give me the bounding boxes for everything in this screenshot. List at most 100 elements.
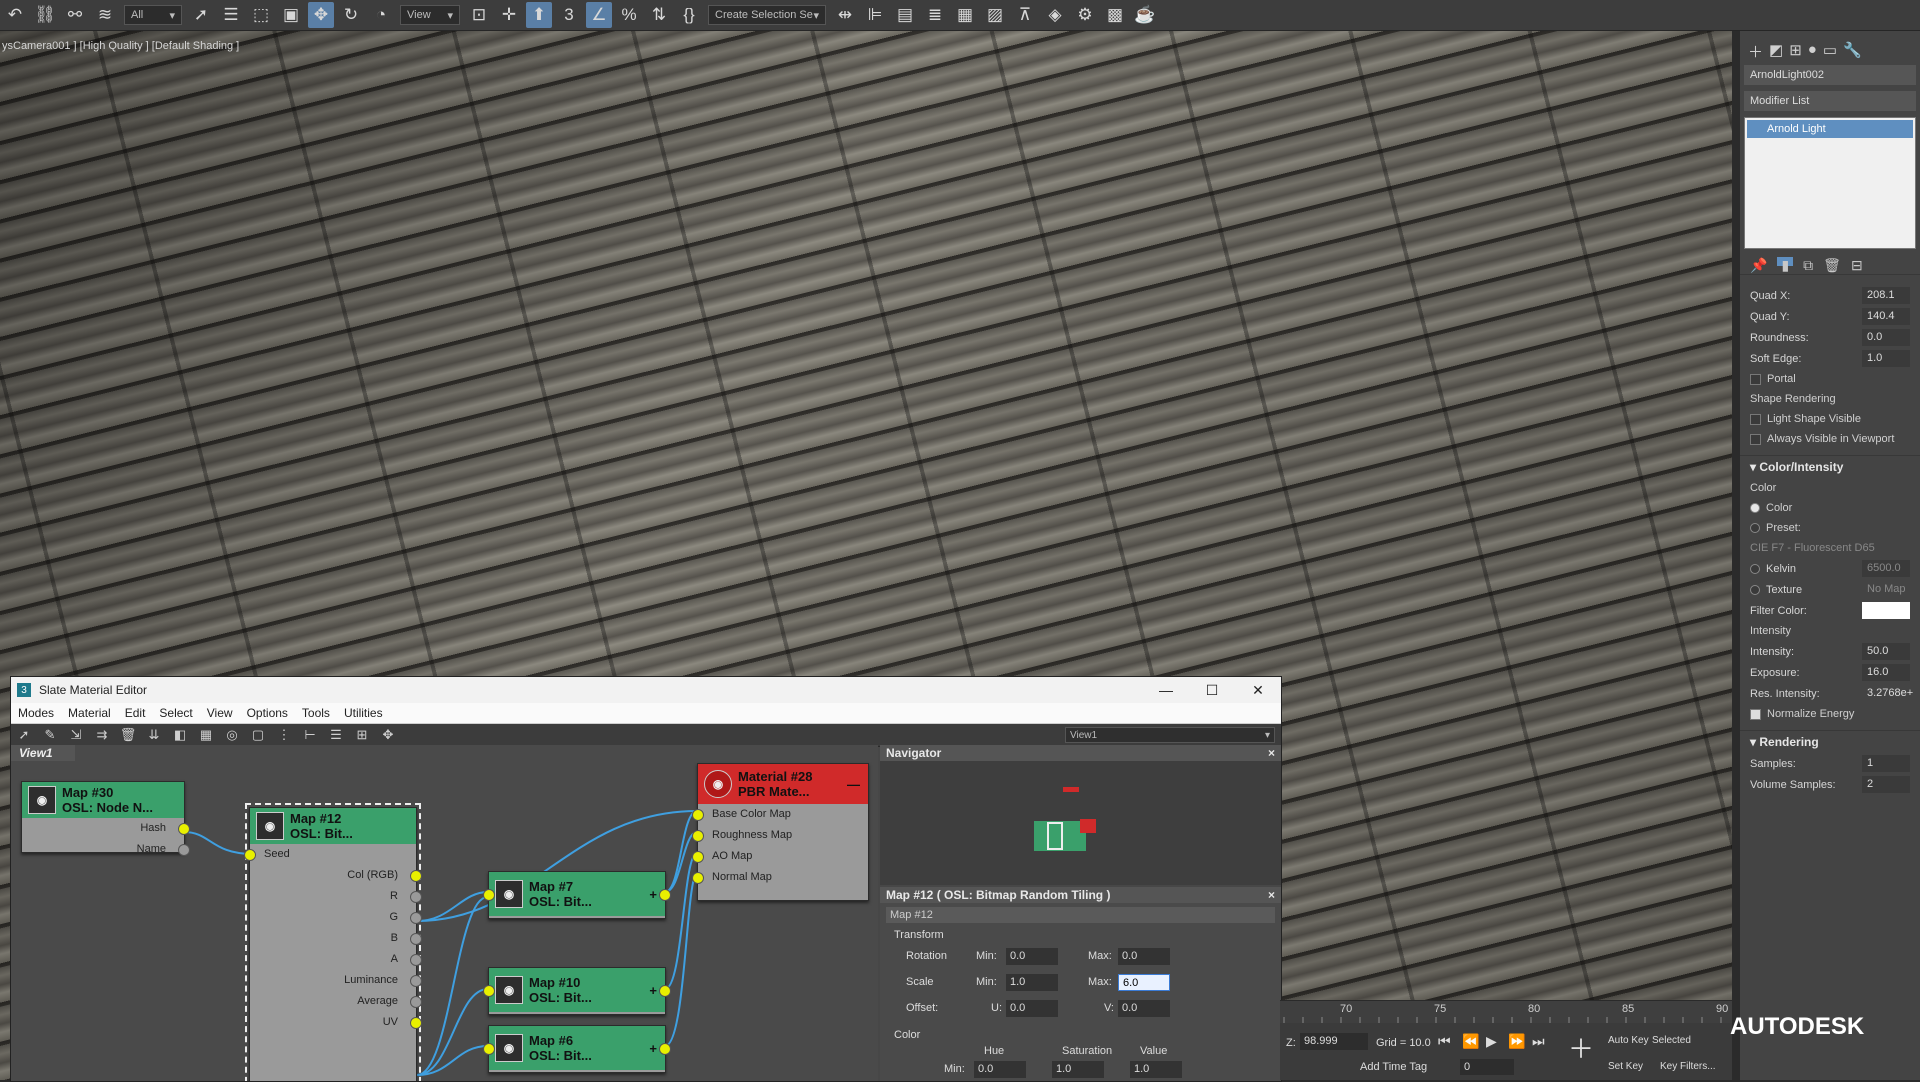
material-parameter-editor-icon[interactable]: ☰ [326,726,346,744]
rotation-min-input[interactable]: 0.0 [1006,947,1058,965]
current-frame-input[interactable]: 0 [1460,1059,1514,1075]
create-tab-icon[interactable]: ＋ [1748,41,1763,61]
pin-stack-icon[interactable]: 📌 [1750,257,1767,273]
kelvin-input[interactable]: 6500.0 [1862,560,1910,577]
light-shape-visible-checkbox[interactable] [1750,413,1761,425]
rendering-rollout[interactable]: ▾ Rendering [1740,730,1920,753]
rotation-max-input[interactable]: 0.0 [1118,947,1170,965]
go-to-start-icon[interactable]: ⏮ [1438,1033,1451,1050]
add-key-icon[interactable]: ＋ [1568,1029,1594,1066]
view-selector-dropdown[interactable]: View1 ▾ [1065,727,1275,743]
col-rgb-output-port[interactable] [410,870,422,882]
align-icon[interactable]: ⊫ [862,2,888,28]
preset-dropdown[interactable]: CIE F7 - Fluorescent D65 [1740,538,1920,558]
scale-max-input[interactable]: 6.0 [1118,973,1170,991]
seed-input-port[interactable] [244,849,256,861]
pivot-center-icon[interactable]: ⊡ [466,2,492,28]
map7-output-port[interactable] [659,889,671,901]
roundness-input[interactable]: 0.0 [1862,329,1910,346]
r-output-port[interactable] [410,891,422,903]
next-frame-icon[interactable]: ⏩ [1508,1033,1525,1050]
node-map12-header[interactable]: ◉ Map #12 OSL: Bit... [250,808,416,844]
keyboard-shortcut-override-icon[interactable]: ⬆ [526,2,552,28]
normal-input-port[interactable] [692,872,704,884]
node-map7-header[interactable]: ◉ Map #7 OSL: Bit... + [483,872,671,916]
portal-checkbox[interactable] [1750,373,1761,385]
filter-color-swatch[interactable] [1862,602,1910,619]
auto-key-button[interactable]: Auto Key [1608,1035,1649,1046]
reference-coordinate-dropdown[interactable]: View ▾ [400,5,460,25]
map6-input-port[interactable] [483,1043,495,1055]
hue-min-input[interactable]: 0.0 [974,1060,1026,1078]
node-eye-icon[interactable]: ◉ [495,1034,523,1062]
value-min-input[interactable]: 1.0 [1130,1060,1182,1078]
expand-icon[interactable]: + [649,983,657,998]
quad-x-input[interactable]: 208.1 [1862,287,1910,304]
texture-map-button[interactable]: No Map [1862,581,1910,598]
menu-select[interactable]: Select [159,706,192,720]
show-end-result-icon[interactable]: ▮ [1777,257,1794,273]
hash-output-port[interactable] [178,823,190,835]
edit-named-selection-icon[interactable]: {} [676,2,702,28]
rotate-icon[interactable]: ↻ [338,2,364,28]
quad-y-input[interactable]: 140.4 [1862,308,1910,325]
samples-input[interactable]: 1 [1862,755,1910,772]
node-graph-view[interactable]: View1 ◉ Map #30 OSL: Node N... Hash Name… [11,745,878,1081]
move-children-icon[interactable]: ⇊ [144,726,164,744]
link-icon[interactable]: ⛓ [32,2,58,28]
modifier-stack-item[interactable]: Arnold Light [1747,120,1913,138]
volume-samples-input[interactable]: 2 [1862,776,1910,793]
play-icon[interactable]: ▶ [1486,1033,1497,1050]
collapse-icon[interactable]: — [847,777,860,792]
a-output-port[interactable] [410,954,422,966]
g-output-port[interactable] [410,912,422,924]
hierarchy-tab-icon[interactable]: ⊞ [1789,41,1802,59]
node-map6-header[interactable]: ◉ Map #6 OSL: Bit... + [483,1026,671,1070]
close-icon[interactable]: × [1268,745,1275,761]
map10-input-port[interactable] [483,985,495,997]
make-unique-icon[interactable]: ⧉ [1803,257,1813,273]
delete-icon[interactable]: 🗑 [118,726,138,744]
show-background-icon[interactable]: ▦ [196,726,216,744]
previous-frame-icon[interactable]: ⏪ [1462,1033,1479,1050]
node-map30-header[interactable]: ◉ Map #30 OSL: Node N... [22,782,184,818]
name-output-port[interactable] [178,844,190,856]
offset-u-input[interactable]: 0.0 [1006,999,1058,1017]
node-material28-header[interactable]: ◉ Material #28 PBR Mate... — [698,764,868,804]
object-name-field[interactable]: ArnoldLight002 [1744,65,1916,85]
map7-input-port[interactable] [483,889,495,901]
node-map10[interactable]: ◉ Map #10 OSL: Bit... + [483,967,671,1015]
percent-snap-icon[interactable]: % [616,2,642,28]
viewport-label[interactable]: ysCamera001 ] [High Quality ] [Default S… [2,40,239,52]
color-intensity-rollout[interactable]: ▾ Color/Intensity [1740,455,1920,478]
toggle-layer-explorer-icon[interactable]: ≣ [922,2,948,28]
display-tab-icon[interactable]: ▭ [1823,41,1837,59]
key-filters-button[interactable]: Key Filters... [1660,1061,1716,1072]
preset-radio[interactable] [1750,523,1760,534]
offset-v-input[interactable]: 0.0 [1118,999,1170,1017]
average-output-port[interactable] [410,996,422,1008]
pick-material-icon[interactable]: ✎ [40,726,60,744]
b-output-port[interactable] [410,933,422,945]
menu-options[interactable]: Options [247,706,288,720]
schematic-view-icon[interactable]: ⊼ [1012,2,1038,28]
menu-modes[interactable]: Modes [18,706,54,720]
kelvin-radio[interactable] [1750,563,1760,574]
undo-icon[interactable]: ↶ [2,2,28,28]
selection-filter-dropdown[interactable]: All ▾ [124,5,182,25]
intensity-input[interactable]: 50.0 [1862,643,1910,660]
uv-output-port[interactable] [410,1017,422,1029]
motion-tab-icon[interactable]: ● [1808,41,1817,58]
angle-snap-icon[interactable]: ∠ [586,2,612,28]
wiring-tool-icon[interactable]: ✥ [378,726,398,744]
z-coordinate-input[interactable]: 98.999 [1300,1033,1368,1050]
node-material28[interactable]: ◉ Material #28 PBR Mate... — Base Color M… [692,763,869,901]
set-key-button[interactable]: Set Key [1608,1061,1643,1072]
show-map-in-viewport-icon[interactable]: ◧ [170,726,190,744]
base-color-input-port[interactable] [692,809,704,821]
soft-edge-input[interactable]: 1.0 [1862,350,1910,367]
node-eye-icon[interactable]: ◉ [495,880,523,908]
color-radio-option[interactable]: Color [1740,498,1920,518]
node-eye-icon[interactable]: ◉ [256,812,284,840]
luminance-output-port[interactable] [410,975,422,987]
